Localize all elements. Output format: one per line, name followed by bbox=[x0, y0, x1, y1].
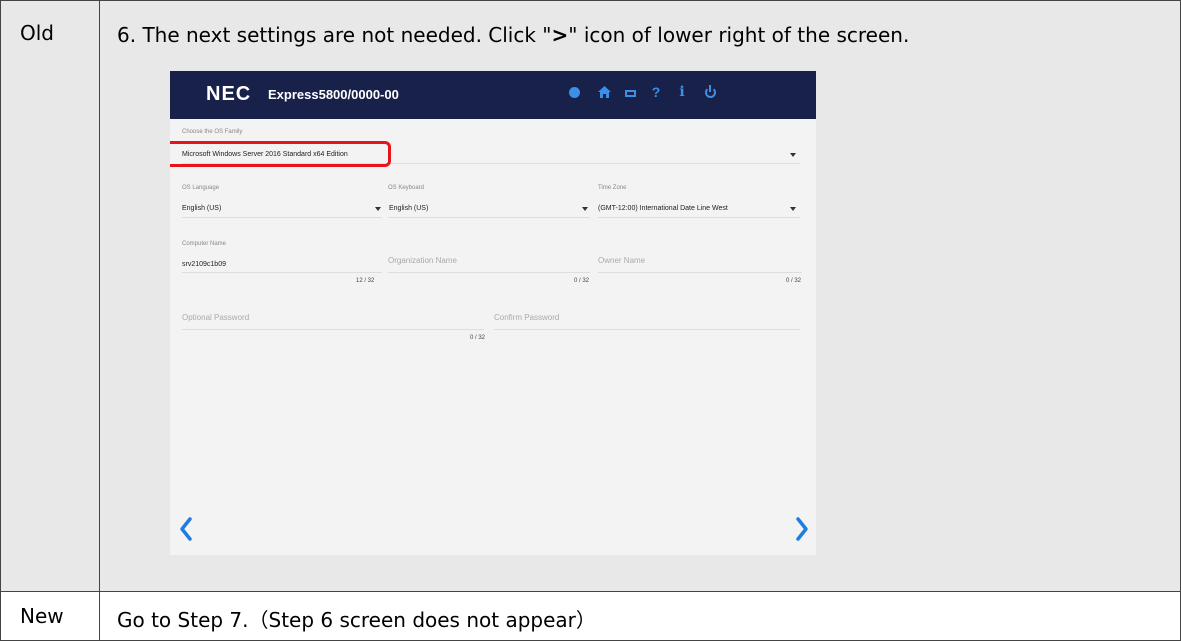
os-keyboard-label: OS Keyboard bbox=[388, 185, 425, 191]
confirm-password-input[interactable]: Confirm Password bbox=[494, 313, 559, 322]
os-keyboard-underline bbox=[388, 217, 590, 218]
os-language-underline bbox=[182, 217, 382, 218]
os-keyboard-dropdown-icon[interactable] bbox=[582, 207, 588, 211]
model-name: Express5800/0000-00 bbox=[268, 87, 399, 102]
organization-name-underline bbox=[388, 272, 590, 273]
comparison-table: Old 6. The next settings are not needed.… bbox=[0, 0, 1181, 641]
time-zone-dropdown-icon[interactable] bbox=[790, 207, 796, 211]
computer-name-underline bbox=[182, 272, 382, 273]
step-6-screenshot: NEC Express5800/0000-00 ? i Choose the O… bbox=[170, 71, 816, 555]
instruction-post: " icon of lower right of the screen. bbox=[568, 23, 910, 47]
new-row: New Go to Step 7.（Step 6 screen does not… bbox=[0, 591, 1181, 641]
step-6-instruction: 6. The next settings are not needed. Cli… bbox=[117, 23, 909, 47]
nec-logo: NEC bbox=[206, 83, 252, 105]
new-content-cell: Go to Step 7.（Step 6 screen does not app… bbox=[99, 591, 1181, 641]
organization-name-input[interactable]: Organization Name bbox=[388, 256, 457, 265]
time-zone-underline bbox=[598, 217, 800, 218]
os-language-label: OS Language bbox=[182, 185, 220, 191]
os-language-dropdown-icon[interactable] bbox=[375, 207, 381, 211]
back-arrow-icon[interactable] bbox=[178, 516, 194, 542]
globe-icon[interactable] bbox=[566, 84, 582, 101]
old-row: Old 6. The next settings are not needed.… bbox=[0, 0, 1181, 592]
password-counter: 0 / 32 bbox=[470, 335, 486, 341]
os-language-select[interactable]: English (US) bbox=[182, 205, 221, 212]
info-icon[interactable]: i bbox=[674, 84, 690, 100]
app-header: NEC Express5800/0000-00 ? i bbox=[170, 71, 816, 119]
computer-name-label: Computer Name bbox=[182, 241, 227, 247]
owner-name-input[interactable]: Owner Name bbox=[598, 256, 645, 265]
help-icon[interactable]: ? bbox=[648, 84, 664, 100]
old-label: Old bbox=[20, 21, 54, 45]
instruction-symbol: > bbox=[551, 23, 569, 47]
cart-icon[interactable] bbox=[622, 84, 638, 100]
os-keyboard-select[interactable]: English (US) bbox=[389, 205, 428, 212]
home-icon[interactable] bbox=[596, 84, 612, 101]
owner-name-counter: 0 / 32 bbox=[786, 278, 802, 284]
computer-name-counter: 12 / 32 bbox=[356, 278, 375, 284]
power-icon[interactable] bbox=[702, 84, 718, 101]
confirm-password-underline bbox=[494, 329, 800, 330]
new-label-cell: New bbox=[0, 591, 100, 641]
new-label: New bbox=[20, 604, 64, 628]
os-family-dropdown-icon[interactable] bbox=[790, 153, 796, 157]
optional-password-underline bbox=[182, 329, 484, 330]
instruction-pre: 6. The next settings are not needed. Cli… bbox=[117, 23, 552, 47]
organization-name-counter: 0 / 32 bbox=[574, 278, 590, 284]
optional-password-input[interactable]: Optional Password bbox=[182, 313, 249, 322]
computer-name-input[interactable]: srv2109c1b09 bbox=[182, 261, 226, 268]
time-zone-select[interactable]: (GMT-12:00) International Date Line West bbox=[598, 205, 728, 212]
os-family-label: Choose the OS Family bbox=[182, 129, 243, 135]
highlight-box bbox=[170, 141, 391, 167]
old-content-cell: 6. The next settings are not needed. Cli… bbox=[99, 0, 1181, 592]
owner-name-underline bbox=[598, 272, 802, 273]
next-arrow-icon[interactable] bbox=[794, 516, 810, 542]
time-zone-label: Time Zone bbox=[598, 185, 627, 191]
new-instruction: Go to Step 7.（Step 6 screen does not app… bbox=[117, 608, 596, 632]
old-label-cell: Old bbox=[0, 0, 100, 592]
